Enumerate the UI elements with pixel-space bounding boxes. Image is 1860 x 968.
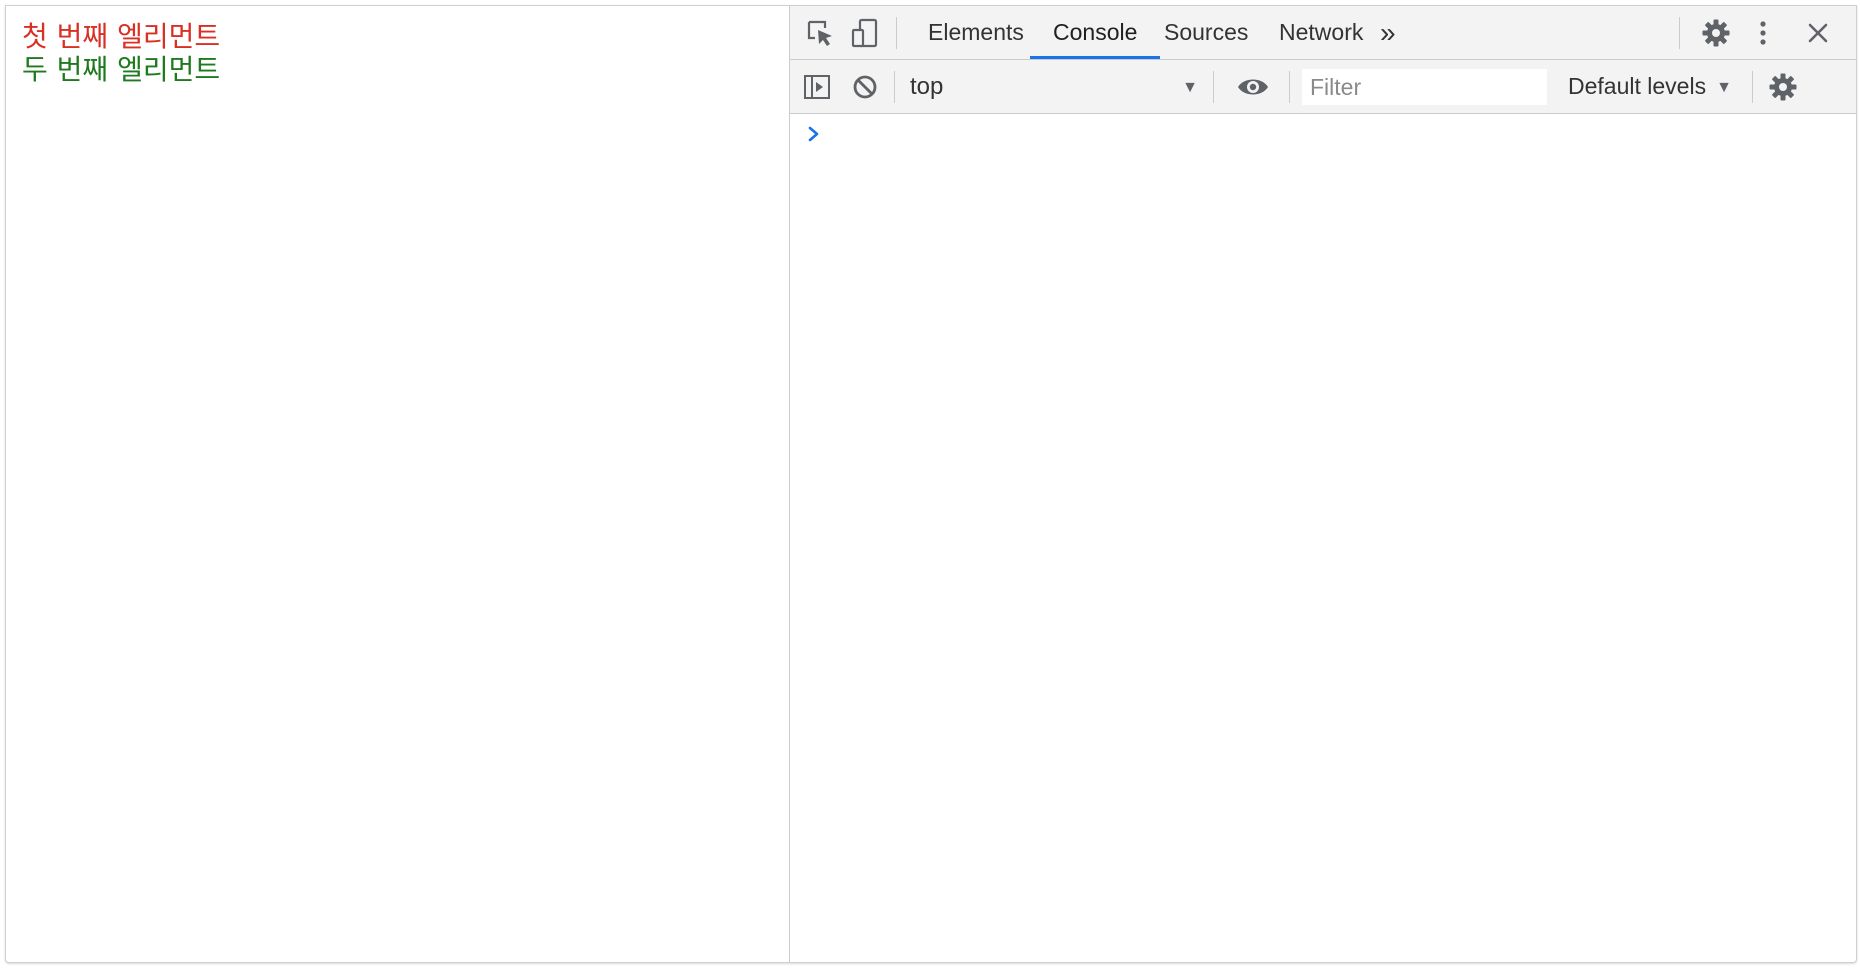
tab-elements[interactable]: Elements — [905, 6, 1047, 59]
devtools-main-toolbar: Elements Console Sources Network » — [790, 6, 1856, 60]
gear-icon[interactable] — [1763, 67, 1803, 107]
vertical-dots-icon[interactable] — [1743, 13, 1783, 53]
select-element-icon[interactable] — [800, 13, 840, 53]
toolbar-divider — [1213, 71, 1214, 103]
log-levels-label: Default levels — [1568, 73, 1707, 99]
context-value: top — [910, 72, 944, 100]
close-icon[interactable] — [1798, 13, 1838, 53]
clear-console-icon[interactable] — [845, 67, 885, 107]
inspected-page: 첫 번째 엘리먼트 두 번째 엘리먼트 — [6, 6, 789, 962]
log-levels-dropdown[interactable]: Default levels ▼ — [1568, 60, 1732, 113]
toolbar-divider — [1679, 17, 1680, 49]
screen: 첫 번째 엘리먼트 두 번째 엘리먼트 Elements Console Sou… — [0, 0, 1860, 968]
console-toolbar: top ▼ Default levels ▼ — [790, 60, 1856, 114]
devtools-panel: Elements Console Sources Network » top ▼… — [789, 6, 1856, 962]
chevron-down-icon: ▼ — [1716, 79, 1732, 96]
chevron-down-icon: ▼ — [1182, 79, 1198, 96]
javascript-context-select[interactable]: top ▼ — [910, 60, 1198, 113]
more-tabs-button[interactable]: » — [1366, 6, 1410, 59]
second-element-text: 두 번째 엘리먼트 — [22, 53, 221, 86]
console-prompt-icon[interactable] — [806, 124, 822, 144]
toolbar-divider — [1289, 71, 1290, 103]
tab-sources[interactable]: Sources — [1141, 6, 1271, 59]
eye-icon[interactable] — [1233, 67, 1273, 107]
browser-window: 첫 번째 엘리먼트 두 번째 엘리먼트 Elements Console Sou… — [5, 5, 1857, 963]
filter-input[interactable] — [1302, 69, 1547, 105]
toolbar-divider — [896, 17, 897, 49]
console-output[interactable] — [790, 114, 1856, 962]
show-sidebar-icon[interactable] — [797, 67, 837, 107]
gear-icon[interactable] — [1696, 13, 1736, 53]
toolbar-divider — [894, 71, 895, 103]
device-toolbar-icon[interactable] — [845, 13, 885, 53]
toolbar-divider — [1752, 71, 1753, 103]
